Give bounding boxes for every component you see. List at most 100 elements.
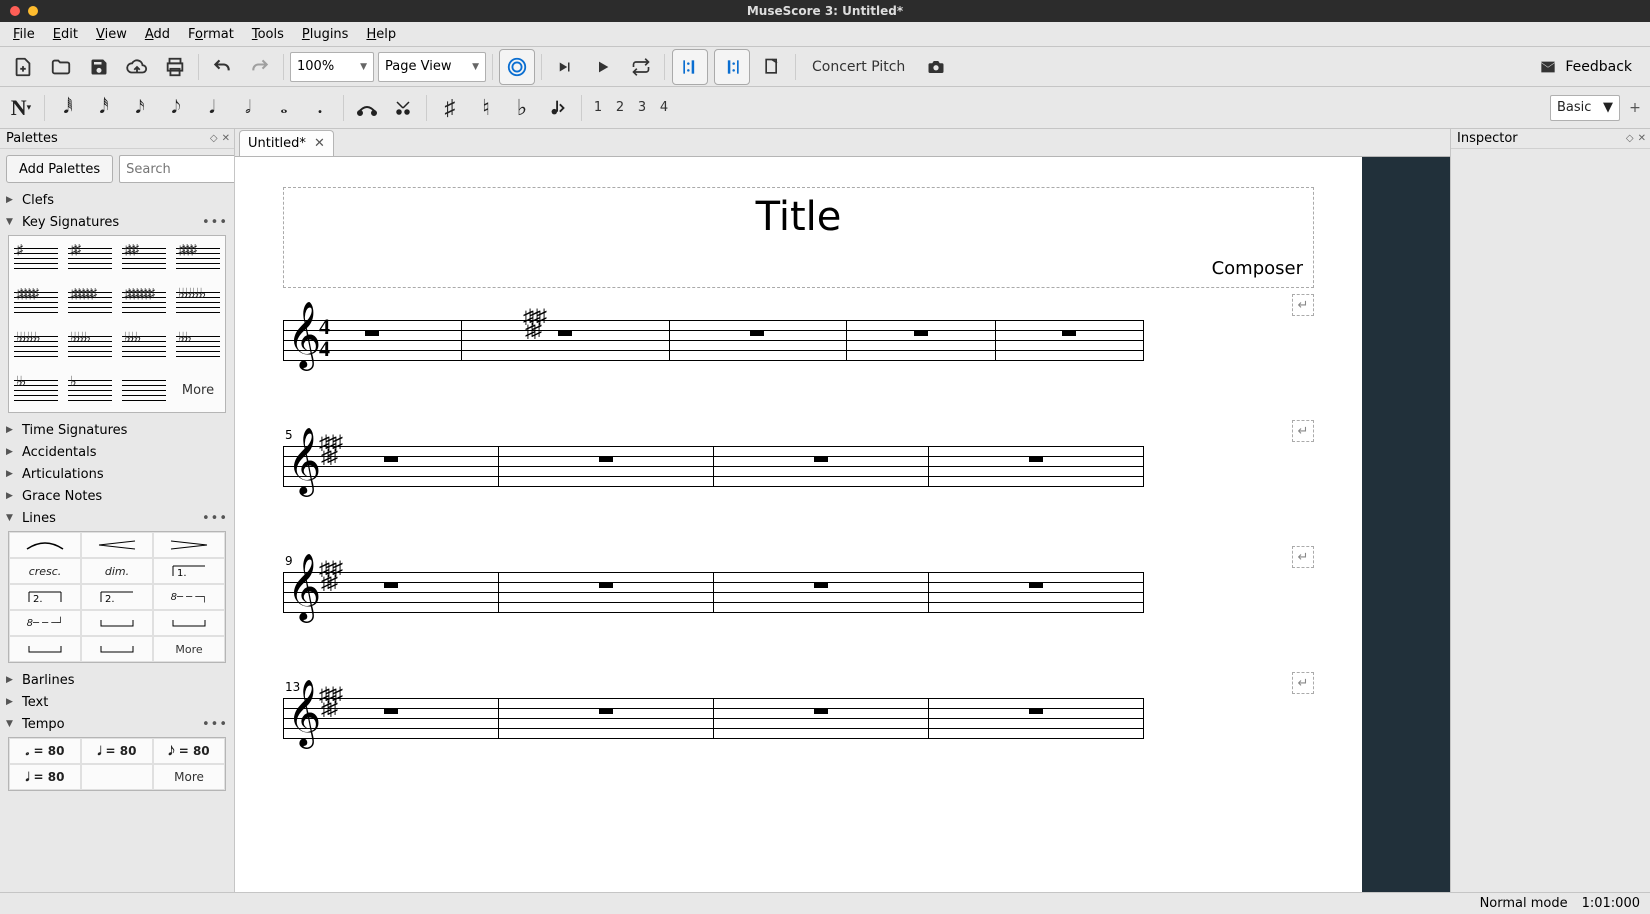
- barline[interactable]: [498, 572, 499, 613]
- key-signature[interactable]: ♯♯♯ ♯♯: [319, 562, 340, 590]
- barline[interactable]: [1143, 698, 1144, 739]
- barline[interactable]: [928, 572, 929, 613]
- whole-rest[interactable]: [914, 330, 928, 336]
- keysig-fsharp-major[interactable]: ♯♯♯♯♯♯: [63, 280, 117, 324]
- whole-rest[interactable]: [558, 330, 572, 336]
- whole-rest[interactable]: [599, 456, 613, 462]
- feedback-button[interactable]: Feedback: [1525, 59, 1644, 75]
- line-volta-1[interactable]: 1.: [153, 558, 225, 584]
- barline[interactable]: [283, 698, 284, 739]
- keysig-g-major[interactable]: ♯: [9, 236, 63, 280]
- whole-rest[interactable]: [384, 582, 398, 588]
- loop-in-button[interactable]: [672, 49, 708, 85]
- menu-view[interactable]: View: [87, 24, 136, 45]
- lines-more-button[interactable]: More: [153, 636, 225, 662]
- line-8vb[interactable]: 8─ ─ ─┘: [9, 610, 81, 636]
- voice-1-button[interactable]: 1: [590, 100, 606, 115]
- loop-button[interactable]: [624, 50, 658, 84]
- pan-button[interactable]: [755, 50, 789, 84]
- line-pedal-1[interactable]: [81, 610, 153, 636]
- whole-rest[interactable]: [599, 582, 613, 588]
- keysig-bflat-major[interactable]: ♭♭: [9, 368, 63, 412]
- tempo-half-80[interactable]: 𝅗 = 80: [9, 738, 81, 764]
- barline[interactable]: [995, 320, 996, 361]
- score-page[interactable]: Title Composer ↵𝄞44♯♯♯ ♯♯↵5𝄞♯♯♯ ♯♯↵9𝄞♯♯♯…: [235, 157, 1362, 892]
- duration-16th[interactable]: 𝅘𝅥𝅯: [125, 91, 155, 125]
- duration-quarter[interactable]: 𝅘𝅥: [197, 91, 227, 125]
- line-volta-2[interactable]: 2.: [9, 584, 81, 610]
- new-file-button[interactable]: [6, 50, 40, 84]
- line-cresc-text[interactable]: cresc.: [9, 558, 81, 584]
- palettes-undock-icon[interactable]: ◇: [210, 133, 218, 144]
- score-composer[interactable]: Composer: [294, 258, 1303, 279]
- menu-plugins[interactable]: Plugins: [293, 24, 358, 45]
- staff-system[interactable]: 𝄞44♯♯♯ ♯♯: [283, 320, 1314, 360]
- whole-rest[interactable]: [1029, 582, 1043, 588]
- keysig-eflat-major[interactable]: ♭♭♭: [171, 324, 225, 368]
- whole-rest[interactable]: [814, 456, 828, 462]
- keysig-e-major[interactable]: ♯♯♯♯: [171, 236, 225, 280]
- barline[interactable]: [713, 698, 714, 739]
- barline[interactable]: [498, 698, 499, 739]
- keysig-f-major[interactable]: ♭: [63, 368, 117, 412]
- rewind-button[interactable]: [548, 50, 582, 84]
- line-crescendo-hairpin[interactable]: [81, 532, 153, 558]
- menu-file[interactable]: File: [4, 24, 44, 45]
- duration-dot[interactable]: .: [305, 91, 335, 125]
- duration-half[interactable]: 𝅗𝅥: [233, 91, 263, 125]
- system-break-icon[interactable]: ↵: [1292, 294, 1314, 316]
- score-title[interactable]: Title: [294, 194, 1303, 240]
- palette-item-grace-notes[interactable]: ▶Grace Notes: [0, 485, 234, 507]
- title-frame[interactable]: Title Composer: [283, 187, 1314, 288]
- duration-32nd[interactable]: 𝅘𝅥𝅰: [89, 91, 119, 125]
- barline[interactable]: [1143, 320, 1144, 361]
- tempo-more-button[interactable]: More: [153, 764, 225, 790]
- keysig-b-major[interactable]: ♯♯♯♯♯: [9, 280, 63, 324]
- palette-item-barlines[interactable]: ▶Barlines: [0, 669, 234, 691]
- line-pedal-4[interactable]: [81, 636, 153, 662]
- menu-help[interactable]: Help: [357, 24, 405, 45]
- whole-rest[interactable]: [1029, 456, 1043, 462]
- treble-clef[interactable]: 𝄞: [287, 684, 321, 742]
- slur-button[interactable]: [388, 91, 418, 125]
- palette-item-tempo[interactable]: ▼Tempo•••: [0, 713, 234, 735]
- menu-format[interactable]: Format: [179, 24, 243, 45]
- barline[interactable]: [283, 446, 284, 487]
- keysig-more-button[interactable]: More: [171, 368, 225, 412]
- camera-button[interactable]: [919, 50, 953, 84]
- whole-rest[interactable]: [814, 708, 828, 714]
- palette-item-clefs[interactable]: ▶Clefs: [0, 189, 234, 211]
- barline[interactable]: [928, 446, 929, 487]
- barline[interactable]: [1143, 446, 1144, 487]
- zoom-combo[interactable]: 100%▼: [290, 52, 374, 82]
- undo-button[interactable]: [205, 50, 239, 84]
- palette-item-articulations[interactable]: ▶Articulations: [0, 463, 234, 485]
- palette-item-accidentals[interactable]: ▶Accidentals: [0, 441, 234, 463]
- inspector-undock-icon[interactable]: ◇: [1626, 133, 1634, 144]
- barline[interactable]: [846, 320, 847, 361]
- tempo-quarter-80[interactable]: 𝅘𝅥 = 80: [81, 738, 153, 764]
- redo-button[interactable]: [243, 50, 277, 84]
- barline[interactable]: [283, 320, 284, 361]
- whole-rest[interactable]: [1062, 330, 1076, 336]
- barline[interactable]: [713, 446, 714, 487]
- whole-rest[interactable]: [814, 582, 828, 588]
- key-signature[interactable]: ♯♯♯ ♯♯: [319, 436, 340, 464]
- document-tab[interactable]: Untitled* ✕: [239, 130, 334, 156]
- palettes-search-input[interactable]: [119, 155, 235, 183]
- line-pedal-3[interactable]: [9, 636, 81, 662]
- document-tab-close-icon[interactable]: ✕: [314, 136, 325, 151]
- line-slur[interactable]: [9, 532, 81, 558]
- keysig-gflat-major[interactable]: ♭♭♭♭♭♭: [9, 324, 63, 368]
- cloud-save-button[interactable]: [120, 50, 154, 84]
- barline[interactable]: [713, 572, 714, 613]
- keysig-cflat-major[interactable]: ♭♭♭♭♭♭♭: [171, 280, 225, 324]
- tempo-dotted-80[interactable]: 𝅘𝅥 = 80: [9, 764, 81, 790]
- line-volta-2-open[interactable]: 2.: [81, 584, 153, 610]
- note-input-mode-button[interactable]: N▾: [6, 91, 36, 125]
- voice-2-button[interactable]: 2: [612, 100, 628, 115]
- key-signature[interactable]: ♯♯♯ ♯♯: [319, 688, 340, 716]
- time-signature[interactable]: 44: [319, 316, 330, 360]
- menu-add[interactable]: Add: [136, 24, 179, 45]
- window-minimize-dot[interactable]: [28, 6, 38, 16]
